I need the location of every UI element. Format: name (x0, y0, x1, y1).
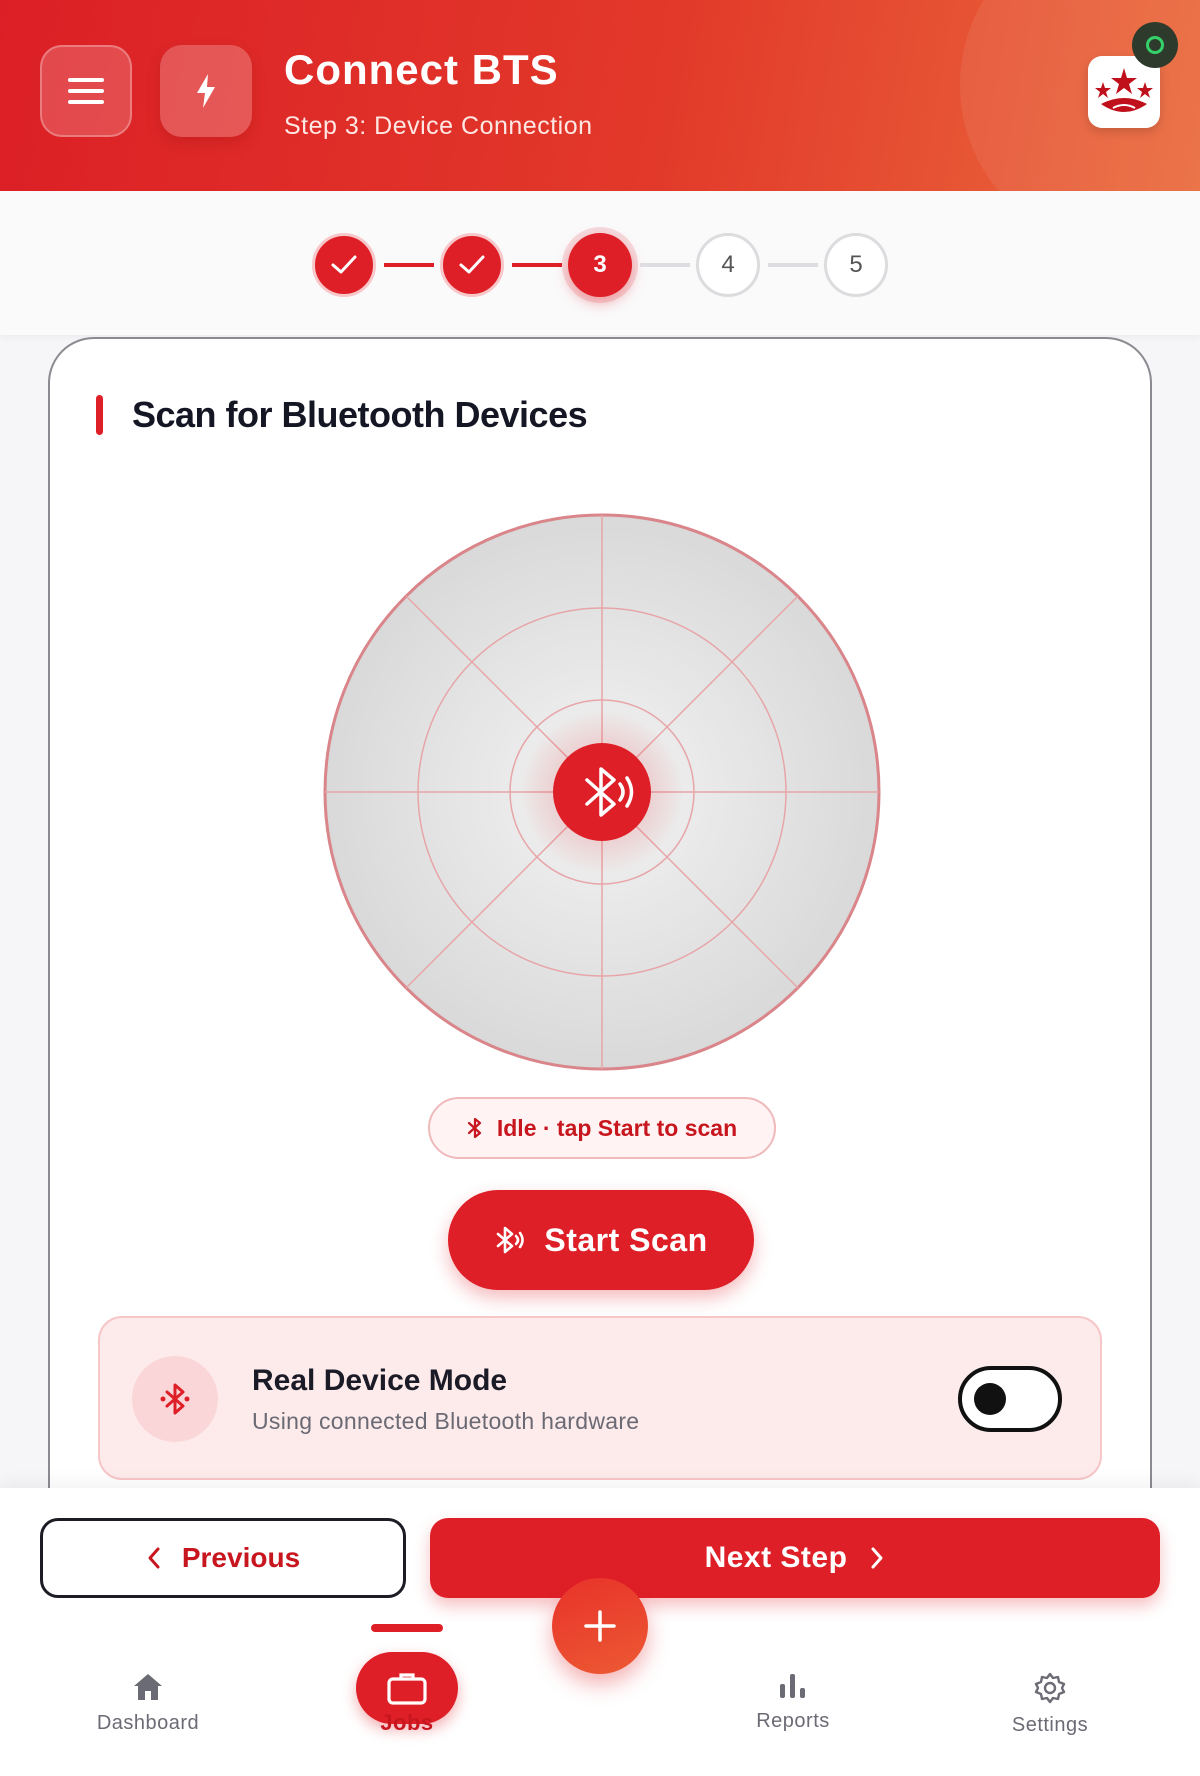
bar-chart-icon (780, 1674, 805, 1698)
nav-label: Reports (756, 1710, 830, 1732)
toggle-knob (974, 1383, 1006, 1415)
check-icon (331, 255, 357, 274)
menu-icon (68, 78, 104, 104)
add-fab-button[interactable] (552, 1578, 648, 1674)
brand-logo-icon (1095, 68, 1153, 112)
nav-active-indicator (371, 1624, 443, 1632)
menu-button[interactable] (40, 45, 132, 137)
mode-title: Real Device Mode (252, 1364, 508, 1397)
nav-label: Dashboard (96, 1712, 200, 1734)
online-status-indicator (1132, 22, 1178, 68)
mode-subtitle: Using connected Bluetooth hardware (252, 1408, 640, 1434)
chevron-right-icon (871, 1547, 883, 1569)
step-connector (640, 263, 690, 267)
step-connector (384, 263, 434, 267)
page-subtitle: Step 3: Device Connection (284, 112, 593, 140)
step-3[interactable]: 3 (568, 233, 632, 297)
start-scan-label: Start Scan (544, 1221, 708, 1258)
scan-card: Scan for Bluetooth Devices Idle · tap St… (48, 337, 1152, 1497)
previous-label: Previous (181, 1542, 301, 1573)
radar-scanner (323, 513, 881, 1071)
next-step-label: Next Step (704, 1541, 848, 1574)
nav-item-dashboard[interactable]: Dashboard (58, 1672, 238, 1762)
bluetooth-icon (467, 1117, 481, 1139)
real-device-mode-panel: Real Device Mode Using connected Bluetoo… (98, 1316, 1102, 1480)
nav-label: Jobs (380, 1710, 434, 1735)
real-device-mode-toggle[interactable] (958, 1366, 1062, 1432)
chevron-left-icon (148, 1547, 160, 1569)
app-header: Connect BTS Step 3: Device Connection (0, 0, 1200, 191)
bolt-icon (197, 74, 215, 108)
check-icon (459, 255, 485, 274)
app-screen: Connect BTS Step 3: Device Connection 3 … (0, 0, 1200, 1776)
quick-action-button[interactable] (160, 45, 252, 137)
bottom-bar: Previous Next Step Dashboard Jobs Report… (0, 1488, 1200, 1776)
plus-icon (584, 1610, 616, 1642)
online-dot-icon (1146, 36, 1164, 54)
home-icon (134, 1674, 162, 1700)
title-accent-bar (96, 395, 103, 435)
previous-button[interactable]: Previous (40, 1518, 406, 1598)
nav-label: Settings (1011, 1714, 1089, 1736)
gear-icon (1034, 1672, 1066, 1704)
bluetooth-scan-icon (497, 1226, 525, 1254)
start-scan-button[interactable]: Start Scan (448, 1190, 754, 1290)
card-title: Scan for Bluetooth Devices (132, 394, 588, 435)
nav-item-settings[interactable]: Settings (960, 1672, 1140, 1762)
step-4[interactable]: 4 (696, 233, 760, 297)
bluetooth-connected-icon (132, 1356, 218, 1442)
next-step-button[interactable]: Next Step (430, 1518, 1160, 1598)
nav-item-jobs[interactable]: Jobs (317, 1700, 497, 1760)
step-connector (512, 263, 562, 267)
step-connector (768, 263, 818, 267)
step-5[interactable]: 5 (824, 233, 888, 297)
page-title: Connect BTS (284, 46, 559, 93)
progress-stepper: 3 4 5 (0, 191, 1200, 335)
step-1[interactable] (312, 233, 376, 297)
scan-status-text: Idle · tap Start to scan (496, 1114, 738, 1141)
step-2[interactable] (440, 233, 504, 297)
nav-item-reports[interactable]: Reports (703, 1672, 883, 1762)
scan-status-badge: Idle · tap Start to scan (428, 1097, 776, 1159)
